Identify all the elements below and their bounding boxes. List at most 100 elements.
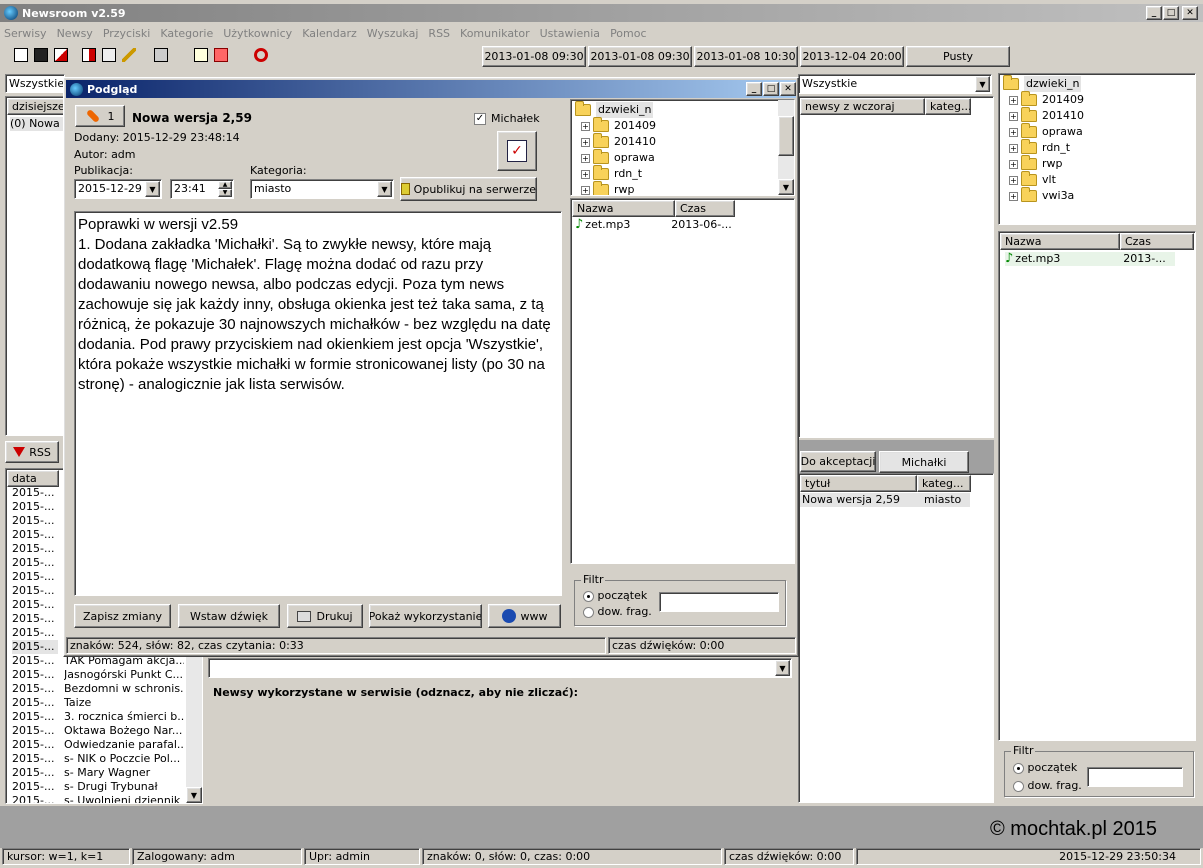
copy-icon[interactable] xyxy=(54,48,68,62)
tree-node[interactable]: + oprawa xyxy=(575,149,790,166)
menu-item-2[interactable]: Przyciski xyxy=(103,27,151,40)
menu-item-6[interactable]: Wyszukaj xyxy=(367,27,419,40)
tree-node[interactable]: + oprawa xyxy=(1003,123,1191,140)
col-header-kateg[interactable]: kateg... xyxy=(917,475,971,492)
time-slot-3[interactable]: 2013-01-08 10:30 xyxy=(694,46,798,67)
tab-do-akceptacji[interactable]: Do akceptacji xyxy=(800,451,876,472)
menu-item-7[interactable]: RSS xyxy=(428,27,450,40)
title-cell[interactable]: s- Mary Wagner xyxy=(64,766,184,780)
title-cell[interactable]: Oktawa Bożego Nar... xyxy=(64,724,184,738)
tree-node[interactable]: + vlt xyxy=(1003,171,1191,188)
expand-icon[interactable]: + xyxy=(1009,111,1018,121)
new-document-icon[interactable] xyxy=(14,48,28,62)
col-header-yesterday[interactable]: newsy z wczoraj xyxy=(800,98,925,115)
date-cell[interactable]: 2015-... xyxy=(12,612,58,626)
left-col-header[interactable]: dzisiejsze n xyxy=(7,98,65,115)
dialog-filter-input[interactable] xyxy=(659,592,779,612)
dialog-maximize-button[interactable]: □ xyxy=(763,82,779,96)
expand-icon[interactable]: + xyxy=(581,169,590,179)
refresh-icon[interactable] xyxy=(254,48,268,62)
date-cell[interactable]: 2015-... xyxy=(12,696,58,710)
michalek-checkbox[interactable]: ✓ xyxy=(474,112,486,125)
close-button[interactable]: ✕ xyxy=(1182,6,1198,20)
title-cell[interactable]: 3. rocznica śmierci b... xyxy=(64,710,184,724)
time-slot-1[interactable]: 2013-01-08 09:30 xyxy=(482,46,586,67)
date-cell[interactable]: 2015-... xyxy=(12,626,58,640)
date-cell[interactable]: 2015-... xyxy=(12,584,58,598)
publish-button[interactable]: Opublikuj na serwerze xyxy=(400,177,537,201)
date-cell[interactable]: 2015-... xyxy=(12,556,58,570)
date-cell[interactable]: 2015-... xyxy=(12,710,58,724)
col-header-category[interactable]: kateg... xyxy=(925,98,971,115)
tree-root[interactable]: dzwieki_n xyxy=(1003,75,1191,92)
date-cell[interactable]: 2015-... xyxy=(12,752,58,766)
tree-root[interactable]: dzwieki_n xyxy=(575,101,790,118)
show-usage-button[interactable]: Pokaż wykorzystanie xyxy=(369,604,482,628)
print-button[interactable]: Drukuj xyxy=(287,604,363,628)
maximize-button[interactable]: □ xyxy=(1163,6,1179,20)
counter-button[interactable]: 1 xyxy=(75,105,125,127)
date-cell[interactable]: 2015-... xyxy=(12,668,58,682)
left-news-list[interactable]: dzisiejsze n (0) Nowa w xyxy=(5,96,65,436)
scroll-down-arrow[interactable]: ▼ xyxy=(186,787,202,803)
print-icon[interactable] xyxy=(154,48,168,62)
menu-item-9[interactable]: Ustawienia xyxy=(540,27,600,40)
title-cell[interactable]: s- NIK o Poczcie Pol... xyxy=(64,752,184,766)
date-cell[interactable]: 2015-... xyxy=(12,640,58,654)
scroll-down-arrow[interactable]: ▼ xyxy=(778,179,794,195)
date-cell[interactable]: 2015-... xyxy=(12,570,58,584)
date-cell[interactable]: 2015-... xyxy=(12,724,58,738)
date-cell[interactable]: 2015-... xyxy=(12,528,58,542)
title-cell[interactable]: Bezdomni w schronis... xyxy=(64,682,184,696)
title-cell[interactable]: Odwiedzanie parafal... xyxy=(64,738,184,752)
right-file-list[interactable]: Nazwa Czas ♪ zet.mp3 2013-... xyxy=(998,231,1196,741)
date-cell[interactable]: 2015-... xyxy=(12,738,58,752)
expand-icon[interactable]: + xyxy=(1009,191,1018,201)
tree-node[interactable]: +201410 xyxy=(575,133,790,150)
dialog-radio-fragment[interactable] xyxy=(583,606,594,618)
time-slot-2[interactable]: 2013-01-08 09:30 xyxy=(588,46,692,67)
mid-combo[interactable]: Wszystkie ▼ xyxy=(798,74,992,94)
checklist-button[interactable]: ✓ xyxy=(497,131,537,171)
chevron-down-icon[interactable]: ▼ xyxy=(775,660,790,676)
save-changes-button[interactable]: Zapisz zmiany xyxy=(74,604,171,628)
publication-time[interactable]: 23:41 ▲ ▼ xyxy=(170,179,234,199)
date-cell[interactable]: 2015-... xyxy=(12,780,58,794)
table-row[interactable]: Nowa wersja 2,59 miasto xyxy=(800,493,970,507)
menu-item-4[interactable]: Użytkownicy xyxy=(223,27,292,40)
date-cell[interactable]: 2015-... xyxy=(12,500,58,514)
dialog-col-name[interactable]: Nazwa xyxy=(572,200,675,217)
dialog-col-time[interactable]: Czas xyxy=(675,200,735,217)
edit-icon[interactable] xyxy=(102,48,116,62)
expand-icon[interactable]: + xyxy=(581,137,590,147)
menu-item-10[interactable]: Pomoc xyxy=(610,27,646,40)
chevron-down-icon[interactable]: ▼ xyxy=(975,76,990,92)
dialog-close-button[interactable]: ✕ xyxy=(780,82,796,96)
chevron-down-icon[interactable]: ▼ xyxy=(377,181,392,197)
right-col-name[interactable]: Nazwa xyxy=(1000,233,1120,250)
list-item[interactable]: ♪ zet.mp3 2013-06-... xyxy=(575,218,775,232)
expand-icon[interactable]: + xyxy=(581,153,590,163)
tree-node[interactable]: + vwi3a xyxy=(1003,187,1191,204)
pencil-icon[interactable] xyxy=(122,48,136,62)
rss-button[interactable]: RSS xyxy=(5,441,59,463)
title-cell[interactable]: s- Drugi Trybunał xyxy=(64,780,184,794)
spin-down[interactable]: ▼ xyxy=(218,189,232,197)
tree-node[interactable]: +201409 xyxy=(575,117,790,134)
insert-sound-button[interactable]: Wstaw dźwięk xyxy=(178,604,280,628)
list-item[interactable]: ♪ zet.mp3 2013-... xyxy=(1005,252,1175,266)
spin-up[interactable]: ▲ xyxy=(218,181,232,189)
scroll-thumb[interactable] xyxy=(778,116,794,156)
tree-node[interactable]: + rwp xyxy=(575,181,790,195)
export-icon[interactable] xyxy=(82,48,96,62)
category-select[interactable]: miasto ▼ xyxy=(250,179,394,199)
publication-date[interactable]: 2015-12-29 ▼ xyxy=(74,179,162,199)
date-cell[interactable]: 2015-... xyxy=(12,542,58,556)
tree-node[interactable]: + rdn_t xyxy=(1003,139,1191,156)
michalki-list[interactable]: tytuł kateg... Nowa wersja 2,59 miasto xyxy=(798,473,994,803)
dialog-folder-tree[interactable]: dzwieki_n +201409 +201410 + oprawa + rdn_t + rwp xyxy=(570,99,795,196)
expand-icon[interactable]: + xyxy=(1009,143,1018,153)
expand-icon[interactable]: + xyxy=(581,121,590,131)
menu-item-0[interactable]: Serwisy xyxy=(4,27,47,40)
left-row[interactable]: (0) Nowa w xyxy=(10,117,64,131)
